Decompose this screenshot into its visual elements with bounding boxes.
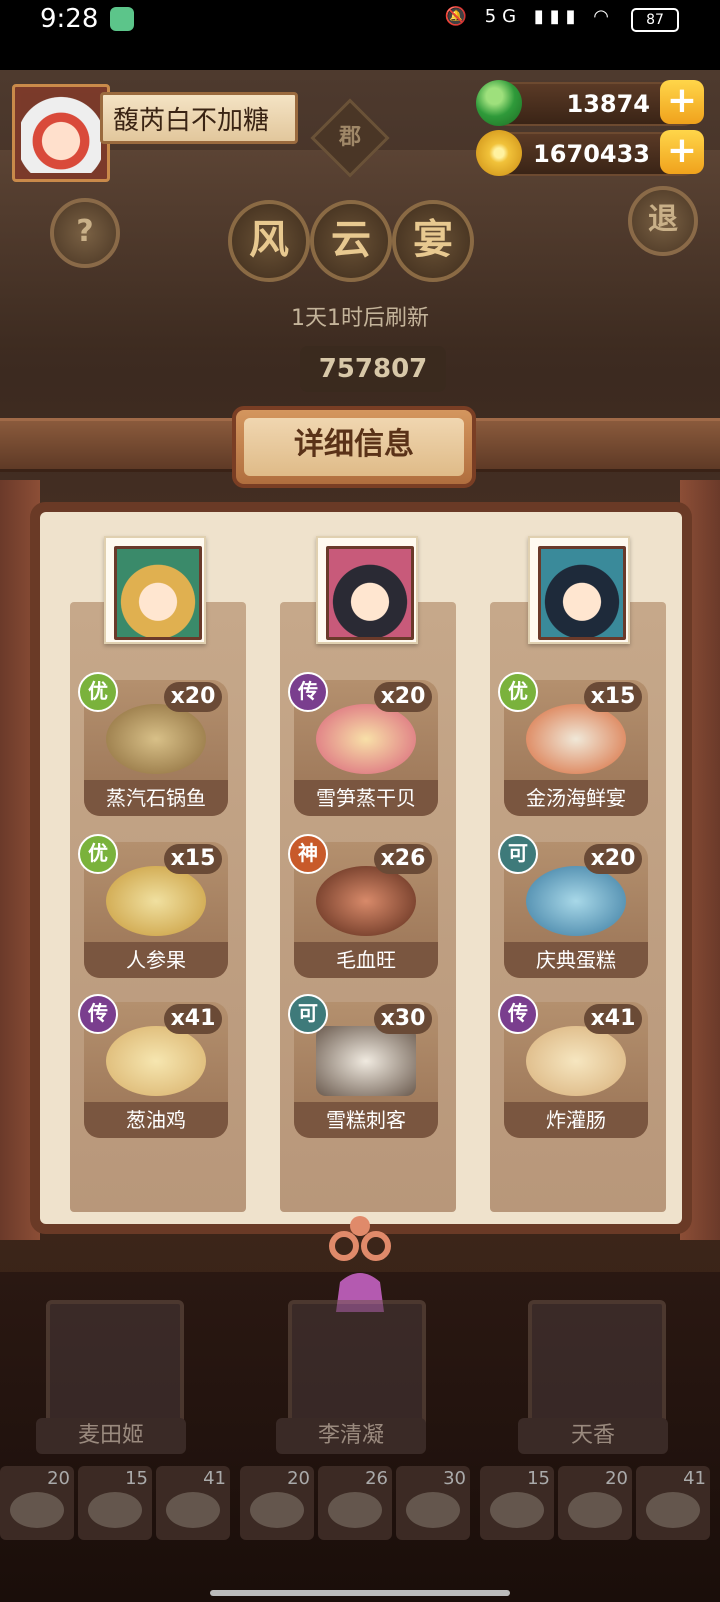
battery-icon: 87 <box>631 8 679 32</box>
dish-card[interactable]: x26 神 毛血旺 <box>288 834 438 980</box>
dish-card[interactable]: x41 传 葱油鸡 <box>78 994 228 1140</box>
dish-card[interactable]: x15 优 人参果 <box>78 834 228 980</box>
dish-board: x20 优 蒸汽石锅鱼 x15 优 人参果 x41 传 葱油鸡 x20 传 雪笋… <box>40 512 682 1224</box>
signal-icons: 🔕 5G ▮▮▮ ◠ <box>444 6 615 27</box>
dish-strip-item[interactable]: 26 <box>318 1466 392 1540</box>
title-char-1: 风 <box>228 200 310 282</box>
dish-quantity: x41 <box>164 1004 222 1034</box>
dish-quantity: x41 <box>584 1004 642 1034</box>
player-avatar[interactable] <box>12 84 110 182</box>
right-pillar <box>680 480 720 1240</box>
dish-card[interactable]: x20 优 蒸汽石锅鱼 <box>78 672 228 818</box>
dish-name: 蒸汽石锅鱼 <box>84 780 228 816</box>
dish-card[interactable]: x20 传 雪笋蒸干贝 <box>288 672 438 818</box>
status-time: 9:28 <box>40 4 99 34</box>
dish-strip-item[interactable]: 41 <box>636 1466 710 1540</box>
status-bar: 9:28 🔕 5G ▮▮▮ ◠ 87 <box>0 0 720 70</box>
dish-name: 毛血旺 <box>294 942 438 978</box>
dish-name: 葱油鸡 <box>84 1102 228 1138</box>
grade-badge: 优 <box>78 834 118 874</box>
jade-amount: 13874 <box>566 90 651 118</box>
dish-quantity: x20 <box>374 682 432 712</box>
left-pillar <box>0 480 40 1240</box>
add-jade-button[interactable]: + <box>660 80 704 124</box>
network-label: 5G <box>484 6 523 27</box>
coin-currency: 1670433 + <box>476 130 704 176</box>
dish-quantity: x30 <box>374 1004 432 1034</box>
character-name-3: 天香 <box>518 1418 668 1454</box>
app-notification-icon <box>110 7 134 31</box>
dish-image <box>526 1026 626 1096</box>
dish-image <box>316 866 416 936</box>
coin-amount: 1670433 <box>533 140 650 168</box>
grade-badge: 传 <box>78 994 118 1034</box>
help-button[interactable]: ? <box>50 198 120 268</box>
dish-card[interactable]: x15 优 金汤海鲜宴 <box>498 672 648 818</box>
dish-image <box>316 704 416 774</box>
dish-quantity: x15 <box>584 682 642 712</box>
dish-strip-item[interactable]: 20 <box>0 1466 74 1540</box>
score-display: 757807 <box>300 346 446 392</box>
dish-name: 雪笋蒸干贝 <box>294 780 438 816</box>
chef-portrait-3[interactable] <box>528 536 630 644</box>
dish-strip-item[interactable]: 15 <box>480 1466 554 1540</box>
dish-quantity: x15 <box>164 844 222 874</box>
chef-portrait-2[interactable] <box>316 536 418 644</box>
grade-badge: 优 <box>78 672 118 712</box>
dish-name: 人参果 <box>84 942 228 978</box>
grade-badge: 可 <box>498 834 538 874</box>
detail-info-label: 详细信息 <box>244 418 464 476</box>
character-card-2[interactable] <box>288 1300 426 1428</box>
coin-icon <box>476 130 522 176</box>
character-name-2: 李清凝 <box>276 1418 426 1454</box>
dish-image <box>526 704 626 774</box>
dish-strip-item[interactable]: 20 <box>558 1466 632 1540</box>
player-name: 馥芮白不加糖 <box>100 92 298 144</box>
grade-badge: 传 <box>498 994 538 1034</box>
jade-icon <box>476 80 522 126</box>
character-card-1[interactable] <box>46 1300 184 1428</box>
dish-strip-item[interactable]: 41 <box>156 1466 230 1540</box>
dish-name: 雪糕刺客 <box>294 1102 438 1138</box>
dish-strip-item[interactable]: 15 <box>78 1466 152 1540</box>
home-indicator[interactable] <box>210 1590 510 1596</box>
dish-card[interactable]: x41 传 炸灌肠 <box>498 994 648 1140</box>
refresh-timer: 1天1时后刷新 <box>291 306 429 331</box>
dish-image <box>106 866 206 936</box>
dish-name: 炸灌肠 <box>504 1102 648 1138</box>
jade-currency: 13874 + <box>476 80 704 126</box>
title-char-2: 云 <box>310 200 392 282</box>
dish-image <box>106 1026 206 1096</box>
add-coins-button[interactable]: + <box>660 130 704 174</box>
dish-image <box>106 704 206 774</box>
dish-quantity: x20 <box>584 844 642 874</box>
title-char-3: 宴 <box>392 200 474 282</box>
dish-strip-item[interactable]: 20 <box>240 1466 314 1540</box>
dish-card[interactable]: x20 可 庆典蛋糕 <box>498 834 648 980</box>
chef-portrait-1[interactable] <box>104 536 206 644</box>
dish-name: 金汤海鲜宴 <box>504 780 648 816</box>
detail-info-button[interactable]: 详细信息 <box>232 406 476 488</box>
grade-badge: 优 <box>498 672 538 712</box>
exit-button[interactable]: 退 <box>628 186 698 256</box>
grade-badge: 可 <box>288 994 328 1034</box>
character-card-3[interactable] <box>528 1300 666 1428</box>
dish-strip-item[interactable]: 30 <box>396 1466 470 1540</box>
grade-badge: 传 <box>288 672 328 712</box>
dish-name: 庆典蛋糕 <box>504 942 648 978</box>
character-name-1: 麦田姬 <box>36 1418 186 1454</box>
grade-badge: 神 <box>288 834 328 874</box>
dish-image <box>316 1026 416 1096</box>
dish-image <box>526 866 626 936</box>
avatar-image <box>21 93 101 173</box>
dish-quantity: x26 <box>374 844 432 874</box>
dish-quantity: x20 <box>164 682 222 712</box>
dish-card[interactable]: x30 可 雪糕刺客 <box>288 994 438 1140</box>
